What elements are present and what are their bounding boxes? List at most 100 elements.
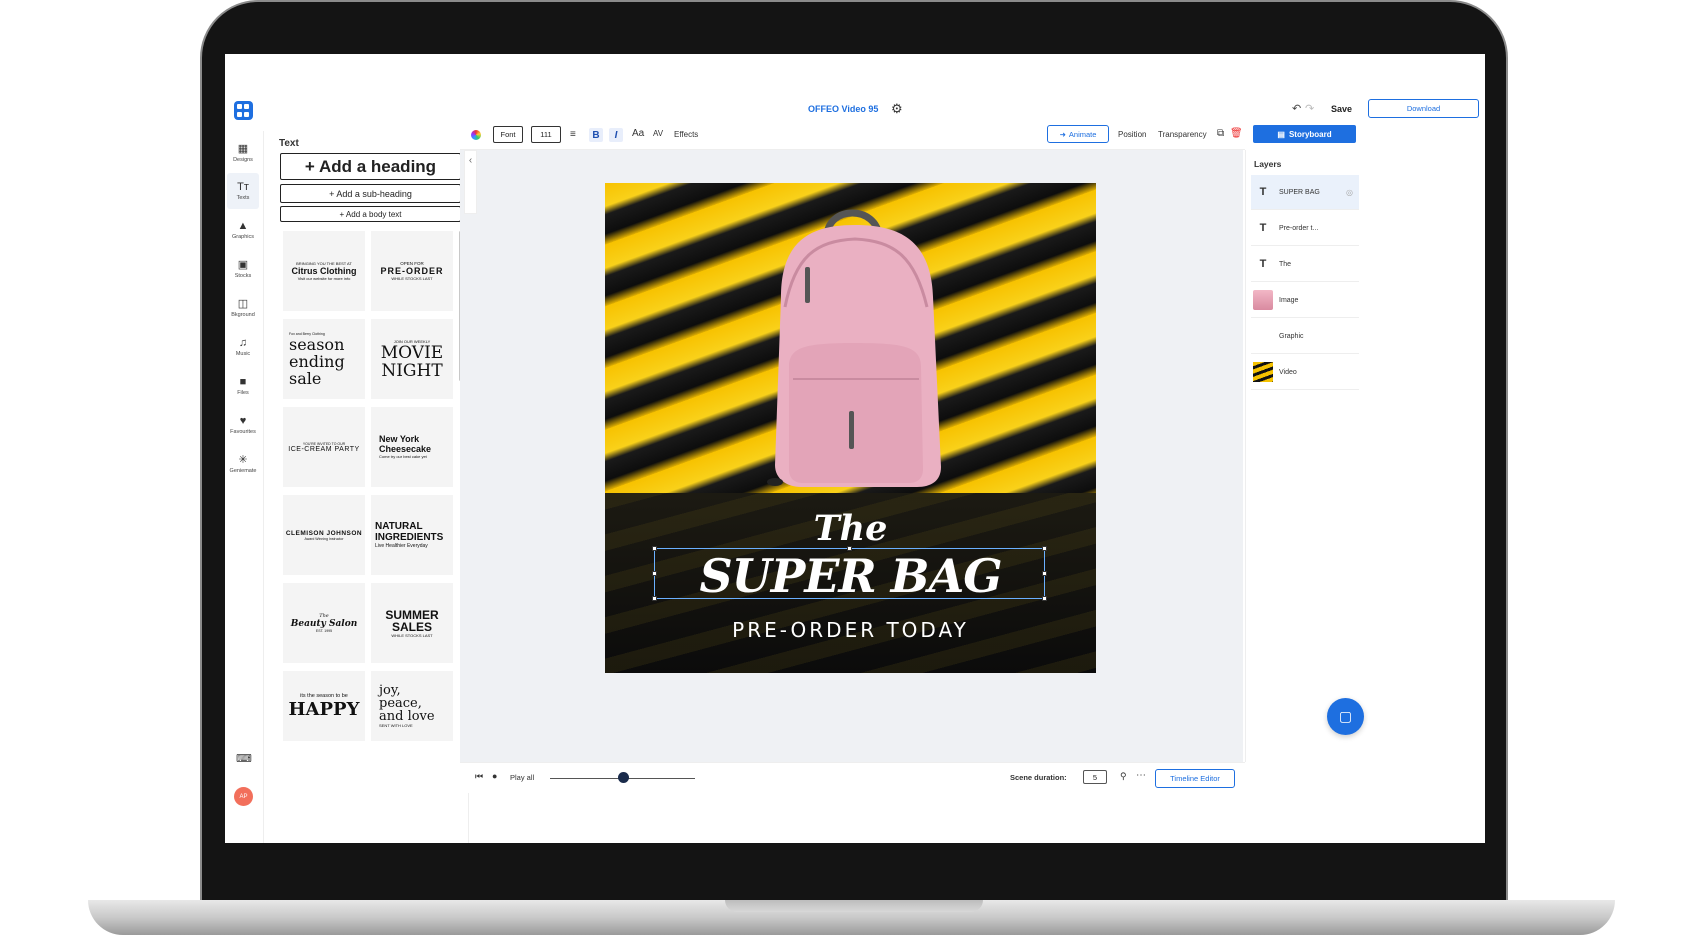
selection-box[interactable] (652, 546, 1047, 601)
text-icon: Tт (237, 180, 249, 193)
rail-item-designs[interactable]: ▦ Designs (227, 135, 259, 171)
rail-item-label: Geniemate (229, 467, 257, 474)
more-options-icon[interactable]: ⋯ (1136, 770, 1146, 781)
skip-back-icon[interactable]: ⏮ (475, 771, 483, 782)
transparency-button[interactable]: Transparency (1158, 130, 1207, 139)
text-template-natural[interactable]: NATURAL INGREDIENTS Live Healthier Every… (371, 495, 453, 575)
text-case-button[interactable]: Aa (632, 128, 644, 139)
position-button[interactable]: Position (1118, 130, 1146, 139)
save-button[interactable]: Save (1331, 104, 1352, 114)
template-line: and love (379, 709, 435, 724)
font-size-input[interactable]: 111 (531, 126, 561, 143)
image-layer-thumbnail (1253, 290, 1273, 310)
layers-panel: Layers T SUPER BAG ◎ T Pre-order t... T … (1245, 150, 1362, 762)
resize-handle[interactable] (847, 546, 852, 551)
timeline-slider-knob[interactable] (617, 772, 629, 783)
template-line: season (289, 334, 345, 354)
text-template-citrus[interactable]: BRINGING YOU THE BEST AT Citrus Clothing… (283, 231, 365, 311)
text-template-icecream[interactable]: YOU'RE INVITED TO OUR ICE-CREAM PARTY (283, 407, 365, 487)
add-subheading-button[interactable]: + Add a sub-heading (280, 184, 461, 203)
playback-bar: ⏮ ● Play all Scene duration: 5 ⚲ ⋯ (460, 762, 1245, 793)
canvas-text-preorder[interactable]: PRE-ORDER TODAY (605, 618, 1096, 642)
italic-button[interactable]: I (609, 128, 623, 142)
animate-button[interactable]: ➜ Animate (1047, 125, 1109, 143)
color-picker-icon[interactable] (471, 130, 481, 140)
text-template-joy[interactable]: joy, peace, and love SENT WITH LOVE (371, 671, 453, 741)
template-line: EST. 1995 (315, 629, 333, 633)
rail-item-bkground[interactable]: ◫ Bkground (227, 290, 259, 326)
storyboard-button[interactable]: ▤ Storyboard (1253, 125, 1356, 143)
effects-button[interactable]: Effects (674, 130, 698, 139)
rail-item-label: Designs (233, 156, 253, 163)
letter-spacing-button[interactable]: AV (653, 129, 663, 138)
download-button[interactable]: Download (1368, 99, 1479, 118)
keyboard-icon[interactable]: ⌨ (236, 752, 252, 765)
resize-handle[interactable] (652, 596, 657, 601)
resize-handle[interactable] (1042, 596, 1047, 601)
text-template-clemison[interactable]: CLEMISON JOHNSON Award Winning Instructo… (283, 495, 365, 575)
align-center-icon[interactable]: ≡ (570, 129, 576, 140)
template-line: Award Winning Instructor (304, 536, 344, 541)
rail-item-texts[interactable]: Tт Texts (227, 173, 259, 209)
text-template-preorder[interactable]: OPEN FOR PRE-ORDER WHILE STOCKS LAST (371, 231, 453, 311)
play-icon[interactable]: ● (492, 771, 497, 781)
app-logo-icon[interactable] (234, 101, 253, 120)
template-line: sale (289, 368, 322, 388)
layer-item-video[interactable]: Video (1251, 355, 1359, 390)
layer-label: The (1279, 260, 1292, 268)
rail-item-label: Texts (236, 194, 250, 201)
chat-support-icon[interactable]: ▢ (1327, 698, 1364, 735)
zoom-icon[interactable]: ⚲ (1120, 771, 1127, 782)
layer-item-image[interactable]: Image (1251, 283, 1359, 318)
text-template-beauty[interactable]: The Beauty Salon EST. 1995 (283, 583, 365, 663)
delete-icon[interactable]: 🗑 (1230, 128, 1243, 139)
gear-icon[interactable]: ⚙ (891, 101, 903, 117)
backpack-image[interactable] (745, 197, 960, 487)
layer-item-preorder[interactable]: T Pre-order t... (1251, 211, 1359, 246)
rail-item-label: Bkground (231, 311, 255, 318)
collapse-panel-button[interactable]: ‹ (464, 150, 477, 214)
layer-label: Graphic (1279, 332, 1304, 340)
timeline-editor-button[interactable]: Timeline Editor (1155, 769, 1235, 788)
add-body-text-button[interactable]: + Add a body text (280, 206, 461, 222)
text-template-cheesecake[interactable]: New York Cheesecake Come try our best ca… (371, 407, 453, 487)
resize-handle[interactable] (652, 571, 657, 576)
resize-handle[interactable] (1042, 546, 1047, 551)
text-template-season[interactable]: Fox and Berry Clothing season ending sal… (283, 319, 365, 399)
layer-item-the[interactable]: T The (1251, 247, 1359, 282)
text-template-summer[interactable]: SUMMER SALES WHILE STOCKS LAST (371, 583, 453, 663)
shapes-icon: ▲ (237, 219, 249, 232)
canvas-text-the[interactable]: The (605, 508, 1096, 549)
document-title[interactable]: OFFEO Video 95 (808, 104, 878, 114)
avatar[interactable]: AP (234, 787, 253, 806)
rail-item-label: Favourites (230, 428, 256, 435)
bold-button[interactable]: B (589, 128, 603, 142)
layer-item-super-bag[interactable]: T SUPER BAG ◎ (1251, 175, 1359, 210)
font-dropdown[interactable]: Font (493, 126, 523, 143)
layer-item-graphic[interactable]: Graphic (1251, 319, 1359, 354)
resize-handle[interactable] (1042, 571, 1047, 576)
scene-duration-input[interactable]: 5 (1083, 770, 1107, 784)
design-canvas[interactable]: The SUPER BAG PRE-ORDER TODAY (605, 183, 1096, 673)
layout-icon: ▦ (237, 142, 249, 155)
rail-item-favourites[interactable]: ♥ Favourites (227, 407, 259, 443)
rail-item-stocks[interactable]: ▣ Stocks (227, 251, 259, 287)
text-template-movie[interactable]: JOIN OUR WEEKLY MOVIE NIGHT (371, 319, 453, 399)
add-heading-button[interactable]: + Add a heading (280, 153, 461, 180)
video-layer-thumbnail (1253, 362, 1273, 382)
duplicate-icon[interactable]: ⧉ (1217, 128, 1224, 139)
redo-icon[interactable]: ↷ (1305, 102, 1314, 115)
rail-item-geniemate[interactable]: ✳ Geniemate (227, 446, 259, 482)
rail-item-music[interactable]: ♫ Music (227, 329, 259, 365)
undo-icon[interactable]: ↶ (1292, 102, 1301, 115)
storyboard-label: Storyboard (1288, 129, 1332, 139)
resize-handle[interactable] (652, 546, 657, 551)
template-line: Cheesecake (379, 444, 432, 454)
text-template-happy[interactable]: its the season to be HAPPY (283, 671, 365, 741)
rail-item-graphics[interactable]: ▲ Graphics (227, 212, 259, 248)
rail-item-files[interactable]: ■ Files (227, 368, 259, 404)
background-icon: ◫ (237, 297, 249, 310)
text-layer-icon: T (1259, 222, 1267, 234)
visibility-icon[interactable]: ◎ (1346, 188, 1353, 197)
play-all-button[interactable]: Play all (510, 773, 534, 782)
